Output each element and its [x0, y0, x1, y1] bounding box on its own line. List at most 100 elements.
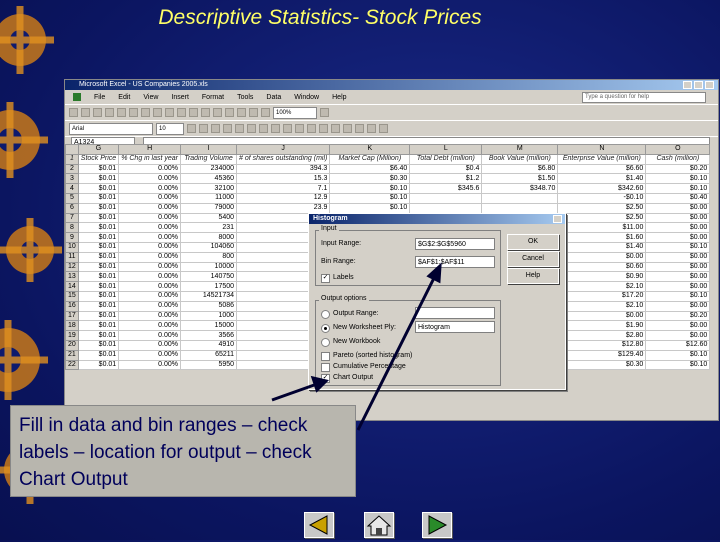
table-cell[interactable]: $0.01 — [77, 212, 120, 224]
table-cell[interactable]: Book Value (million) — [481, 153, 559, 165]
row-number[interactable]: 22 — [65, 359, 79, 371]
row-number[interactable]: 11 — [65, 251, 79, 263]
row-number[interactable]: 12 — [65, 261, 79, 273]
row-number[interactable]: 16 — [65, 300, 79, 312]
table-cell[interactable]: 140750 — [180, 271, 238, 283]
table-cell[interactable]: 32100 — [180, 183, 238, 194]
table-cell[interactable]: 17500 — [180, 281, 238, 292]
table-cell[interactable]: $12.80 — [557, 339, 647, 351]
table-cell[interactable]: $0.60 — [557, 261, 647, 273]
table-cell[interactable]: $0.10 — [645, 290, 711, 302]
menu-tools[interactable]: Tools — [237, 94, 253, 101]
percent-icon[interactable] — [283, 124, 292, 133]
table-cell[interactable]: 800 — [180, 251, 238, 263]
chart-output-checkbox[interactable]: ✓ — [321, 374, 330, 383]
table-cell[interactable]: 0.00% — [118, 183, 182, 194]
table-cell[interactable]: $1.50 — [481, 173, 559, 185]
table-cell[interactable]: $2.10 — [557, 281, 647, 292]
outdent-icon[interactable] — [331, 124, 340, 133]
table-cell[interactable]: $0.01 — [77, 192, 120, 204]
borders-icon[interactable] — [355, 124, 364, 133]
table-cell[interactable]: 4910 — [180, 339, 238, 351]
row-number[interactable]: 9 — [65, 232, 79, 243]
table-cell[interactable]: 65211 — [180, 349, 238, 361]
table-cell[interactable]: $0.10 — [329, 192, 411, 204]
help-search-input[interactable]: Type a question for help — [582, 91, 706, 103]
table-cell[interactable]: $0.10 — [645, 183, 711, 194]
table-cell[interactable]: $129.40 — [557, 349, 647, 361]
table-cell[interactable]: $0.01 — [77, 349, 120, 361]
table-cell[interactable]: $2.80 — [557, 330, 647, 341]
row-number[interactable]: 10 — [65, 241, 79, 253]
table-cell[interactable]: $0.01 — [77, 271, 120, 283]
table-cell[interactable]: -$0.10 — [557, 192, 647, 204]
table-cell[interactable]: $12.60 — [645, 339, 711, 351]
ok-button[interactable]: OK — [507, 234, 559, 250]
table-cell[interactable]: $0.01 — [77, 281, 120, 292]
table-cell[interactable]: $0.00 — [645, 330, 711, 341]
fill-color-icon[interactable] — [367, 124, 376, 133]
table-cell[interactable] — [481, 192, 559, 204]
help-icon[interactable] — [320, 108, 329, 117]
table-cell[interactable]: $0.01 — [77, 300, 120, 312]
table-cell[interactable]: $342.60 — [557, 183, 647, 194]
table-cell[interactable]: $0.01 — [77, 183, 120, 194]
cancel-button[interactable]: Cancel — [507, 251, 559, 267]
table-cell[interactable]: $0.01 — [77, 232, 120, 243]
merge-icon[interactable] — [259, 124, 268, 133]
row-number[interactable]: 6 — [65, 202, 79, 214]
select-all-corner[interactable] — [65, 144, 79, 155]
table-cell[interactable]: 0.00% — [118, 271, 182, 283]
row-number[interactable]: 18 — [65, 320, 79, 332]
table-cell[interactable]: 0.00% — [118, 359, 182, 371]
table-cell[interactable]: 15.3 — [236, 173, 331, 185]
table-cell[interactable]: 0.00% — [118, 232, 182, 243]
row-number[interactable]: 7 — [65, 212, 79, 224]
table-cell[interactable]: 1000 — [180, 310, 238, 322]
table-cell[interactable]: $0.01 — [77, 339, 120, 351]
row-number[interactable]: 13 — [65, 271, 79, 283]
row-number[interactable]: 8 — [65, 222, 79, 234]
table-cell[interactable]: $0.00 — [645, 320, 711, 332]
cut-icon[interactable] — [141, 108, 150, 117]
table-cell[interactable]: 231 — [180, 222, 238, 234]
table-cell[interactable]: 0.00% — [118, 212, 182, 224]
table-cell[interactable]: 104060 — [180, 241, 238, 253]
column-header[interactable]: K — [329, 144, 411, 155]
table-cell[interactable]: 0.00% — [118, 163, 182, 175]
row-number[interactable]: 17 — [65, 310, 79, 322]
increase-decimal-icon[interactable] — [307, 124, 316, 133]
table-cell[interactable]: $0.01 — [77, 310, 120, 322]
table-cell[interactable]: 8000 — [180, 232, 238, 243]
table-cell[interactable]: $0.40 — [645, 192, 711, 204]
hyperlink-icon[interactable] — [201, 108, 210, 117]
table-cell[interactable]: 14521734 — [180, 290, 238, 302]
table-cell[interactable]: $348.70 — [481, 183, 559, 194]
table-cell[interactable]: $0.01 — [77, 251, 120, 263]
table-cell[interactable]: $2.10 — [557, 300, 647, 312]
table-cell[interactable]: 45360 — [180, 173, 238, 185]
row-number[interactable]: 15 — [65, 290, 79, 302]
decrease-decimal-icon[interactable] — [319, 124, 328, 133]
open-icon[interactable] — [81, 108, 90, 117]
table-cell[interactable]: $0.01 — [77, 202, 120, 214]
menu-window[interactable]: Window — [294, 94, 319, 101]
table-cell[interactable]: $0.01 — [77, 222, 120, 234]
new-worksheet-field[interactable]: Histogram — [415, 321, 495, 333]
column-header[interactable]: L — [409, 144, 483, 155]
table-cell[interactable]: $0.10 — [645, 173, 711, 185]
table-cell[interactable]: $0.00 — [557, 310, 647, 322]
menu-format[interactable]: Format — [202, 94, 224, 101]
indent-icon[interactable] — [343, 124, 352, 133]
table-cell[interactable]: 0.00% — [118, 192, 182, 204]
table-cell[interactable]: Stock Price — [77, 153, 120, 165]
table-cell[interactable]: Enterprise Value (million) — [557, 153, 647, 165]
table-cell[interactable]: $0.00 — [645, 202, 711, 214]
table-cell[interactable]: $0.30 — [557, 359, 647, 371]
row-number[interactable]: 21 — [65, 349, 79, 361]
maximize-button[interactable] — [694, 81, 703, 89]
new-workbook-radio[interactable] — [321, 338, 330, 347]
table-cell[interactable]: 0.00% — [118, 290, 182, 302]
table-cell[interactable]: $0.4 — [409, 163, 483, 175]
forward-button[interactable] — [422, 512, 452, 538]
